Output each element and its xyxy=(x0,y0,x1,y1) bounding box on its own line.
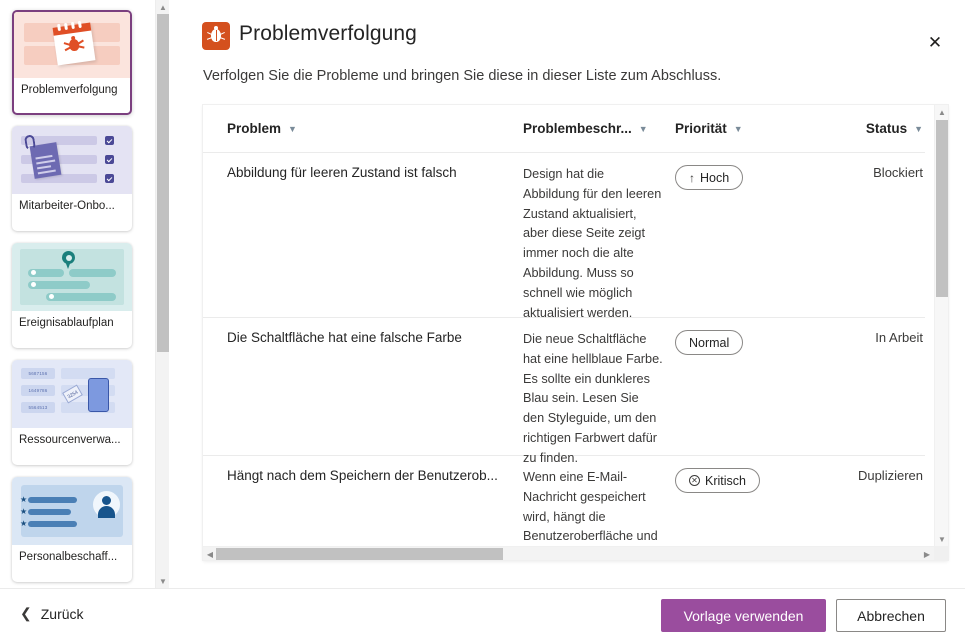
use-template-button[interactable]: Vorlage verwenden xyxy=(661,599,826,632)
sidebar-scroll-up-icon[interactable]: ▲ xyxy=(156,0,170,14)
chevron-down-icon[interactable]: ▼ xyxy=(639,124,648,134)
priority-label: Hoch xyxy=(700,170,730,185)
arrow-up-icon: ↑ xyxy=(689,170,695,185)
template-picker-dialog: Problemverfolgung Mitarbeiter-Onbo... Er… xyxy=(0,0,965,642)
sidebar-scrollbar-thumb[interactable] xyxy=(157,14,169,352)
table-scroll-right-icon[interactable]: ▶ xyxy=(920,547,934,560)
template-card-ressourcenverwaltung[interactable]: 5687156 1649786 5564513 3254 Ressourcenv… xyxy=(12,360,132,465)
circle-x-icon: ✕ xyxy=(689,475,700,486)
template-thumbnail-event-timeline xyxy=(12,243,132,311)
cancel-button[interactable]: Abbrechen xyxy=(836,599,946,632)
template-thumbnail-bug-calendar xyxy=(14,12,130,78)
cell-status: Blockiert xyxy=(873,165,923,180)
column-header-label: Status xyxy=(865,121,908,136)
table-vertical-scrollbar[interactable]: ▲ ▼ xyxy=(934,105,948,546)
template-card-ereignisablaufplan[interactable]: Ereignisablaufplan xyxy=(12,243,132,348)
table-scroll-up-icon[interactable]: ▲ xyxy=(935,105,948,119)
chevron-down-icon[interactable]: ▼ xyxy=(914,124,923,134)
template-card-label: Mitarbeiter-Onbo... xyxy=(19,200,115,212)
table-horizontal-scrollbar-thumb[interactable] xyxy=(216,548,503,560)
cell-priority: Normal xyxy=(675,330,823,439)
chevron-left-icon: ❮ xyxy=(20,605,32,621)
cell-priority: ✕ Kritisch xyxy=(675,468,823,550)
scrollbar-corner xyxy=(934,546,948,560)
column-header-problembeschreibung[interactable]: Problembeschr... ▼ xyxy=(523,121,675,136)
template-card-label: Personalbeschaff... xyxy=(19,551,118,563)
table-row[interactable]: Abbildung für leeren Zustand ist falsch … xyxy=(203,153,925,320)
cell-problem: Hängt nach dem Speichern der Benutzerob.… xyxy=(227,468,498,483)
priority-label: Kritisch xyxy=(705,473,746,488)
template-card-mitarbeiter-onboarding[interactable]: Mitarbeiter-Onbo... xyxy=(12,126,132,231)
priority-badge-hoch: ↑ Hoch xyxy=(675,165,744,190)
table-scroll-left-icon[interactable]: ◀ xyxy=(203,547,217,560)
sidebar-scrollbar[interactable]: ▲ ▼ xyxy=(155,0,169,588)
table-scroll-down-icon[interactable]: ▼ xyxy=(935,532,948,546)
table-header-row: Problem ▼ Problembeschr... ▼ Priorität ▼… xyxy=(203,105,925,153)
issues-table: Problem ▼ Problembeschr... ▼ Priorität ▼… xyxy=(203,105,948,560)
priority-badge-kritisch: ✕ Kritisch xyxy=(675,468,760,493)
back-button-label: Zurück xyxy=(40,605,84,622)
sidebar-scroll-down-icon[interactable]: ▼ xyxy=(156,574,170,588)
template-thumbnail-resource-inventory: 5687156 1649786 5564513 3254 xyxy=(12,360,132,428)
column-header-label: Problembeschr... xyxy=(523,121,632,136)
page-subtitle: Verfolgen Sie die Probleme und bringen S… xyxy=(203,68,722,84)
template-list-sidebar: Problemverfolgung Mitarbeiter-Onbo... Er… xyxy=(0,0,155,588)
template-detail-panel: Problemverfolgung ✕ Verfolgen Sie die Pr… xyxy=(169,0,965,588)
template-card-label: Problemverfolgung xyxy=(21,84,118,96)
cell-description: Design hat die Abbildung für den leeren … xyxy=(523,167,662,320)
template-card-label: Ereignisablaufplan xyxy=(19,317,114,329)
cell-status: Duplizieren xyxy=(857,468,923,483)
table-horizontal-scrollbar[interactable]: ◀ ▶ xyxy=(203,546,934,560)
page-title: Problemverfolgung xyxy=(239,22,417,45)
close-icon[interactable]: ✕ xyxy=(923,31,947,55)
cell-description: Die neue Schaltfläche hat eine hellblaue… xyxy=(523,332,663,465)
chevron-down-icon[interactable]: ▼ xyxy=(734,124,743,134)
column-header-status[interactable]: Status ▼ xyxy=(823,121,923,136)
column-header-prioritaet[interactable]: Priorität ▼ xyxy=(675,121,823,136)
table-row[interactable]: Die Schaltfläche hat eine falsche Farbe … xyxy=(203,318,925,465)
cell-problem: Die Schaltfläche hat eine falsche Farbe xyxy=(227,330,462,345)
priority-label: Normal xyxy=(689,335,730,350)
template-card-problemverfolgung[interactable]: Problemverfolgung xyxy=(12,10,132,115)
column-header-label: Priorität xyxy=(675,121,727,136)
cell-problem: Abbildung für leeren Zustand ist falsch xyxy=(227,165,457,180)
template-thumbnail-recruiting-profile: ★ ★ ★ xyxy=(12,477,132,545)
template-thumbnail-onboarding-checklist xyxy=(12,126,132,194)
column-header-label: Problem xyxy=(227,121,282,136)
column-header-problem[interactable]: Problem ▼ xyxy=(227,121,523,136)
priority-badge-normal: Normal xyxy=(675,330,744,355)
cell-priority: ↑ Hoch xyxy=(675,165,823,301)
cell-description: Wenn eine E-Mail-Nachricht gespeichert w… xyxy=(523,470,658,560)
table-vertical-scrollbar-thumb[interactable] xyxy=(936,120,948,297)
cell-status: In Arbeit xyxy=(875,330,923,345)
table-row[interactable]: Hängt nach dem Speichern der Benutzerob.… xyxy=(203,456,925,560)
bug-icon xyxy=(202,22,230,50)
chevron-down-icon[interactable]: ▼ xyxy=(288,124,297,134)
template-card-personalbeschaffung[interactable]: ★ ★ ★ Personalbeschaff... xyxy=(12,477,132,582)
back-button[interactable]: ❮ Zurück xyxy=(20,605,84,622)
template-card-label: Ressourcenverwa... xyxy=(19,434,121,446)
